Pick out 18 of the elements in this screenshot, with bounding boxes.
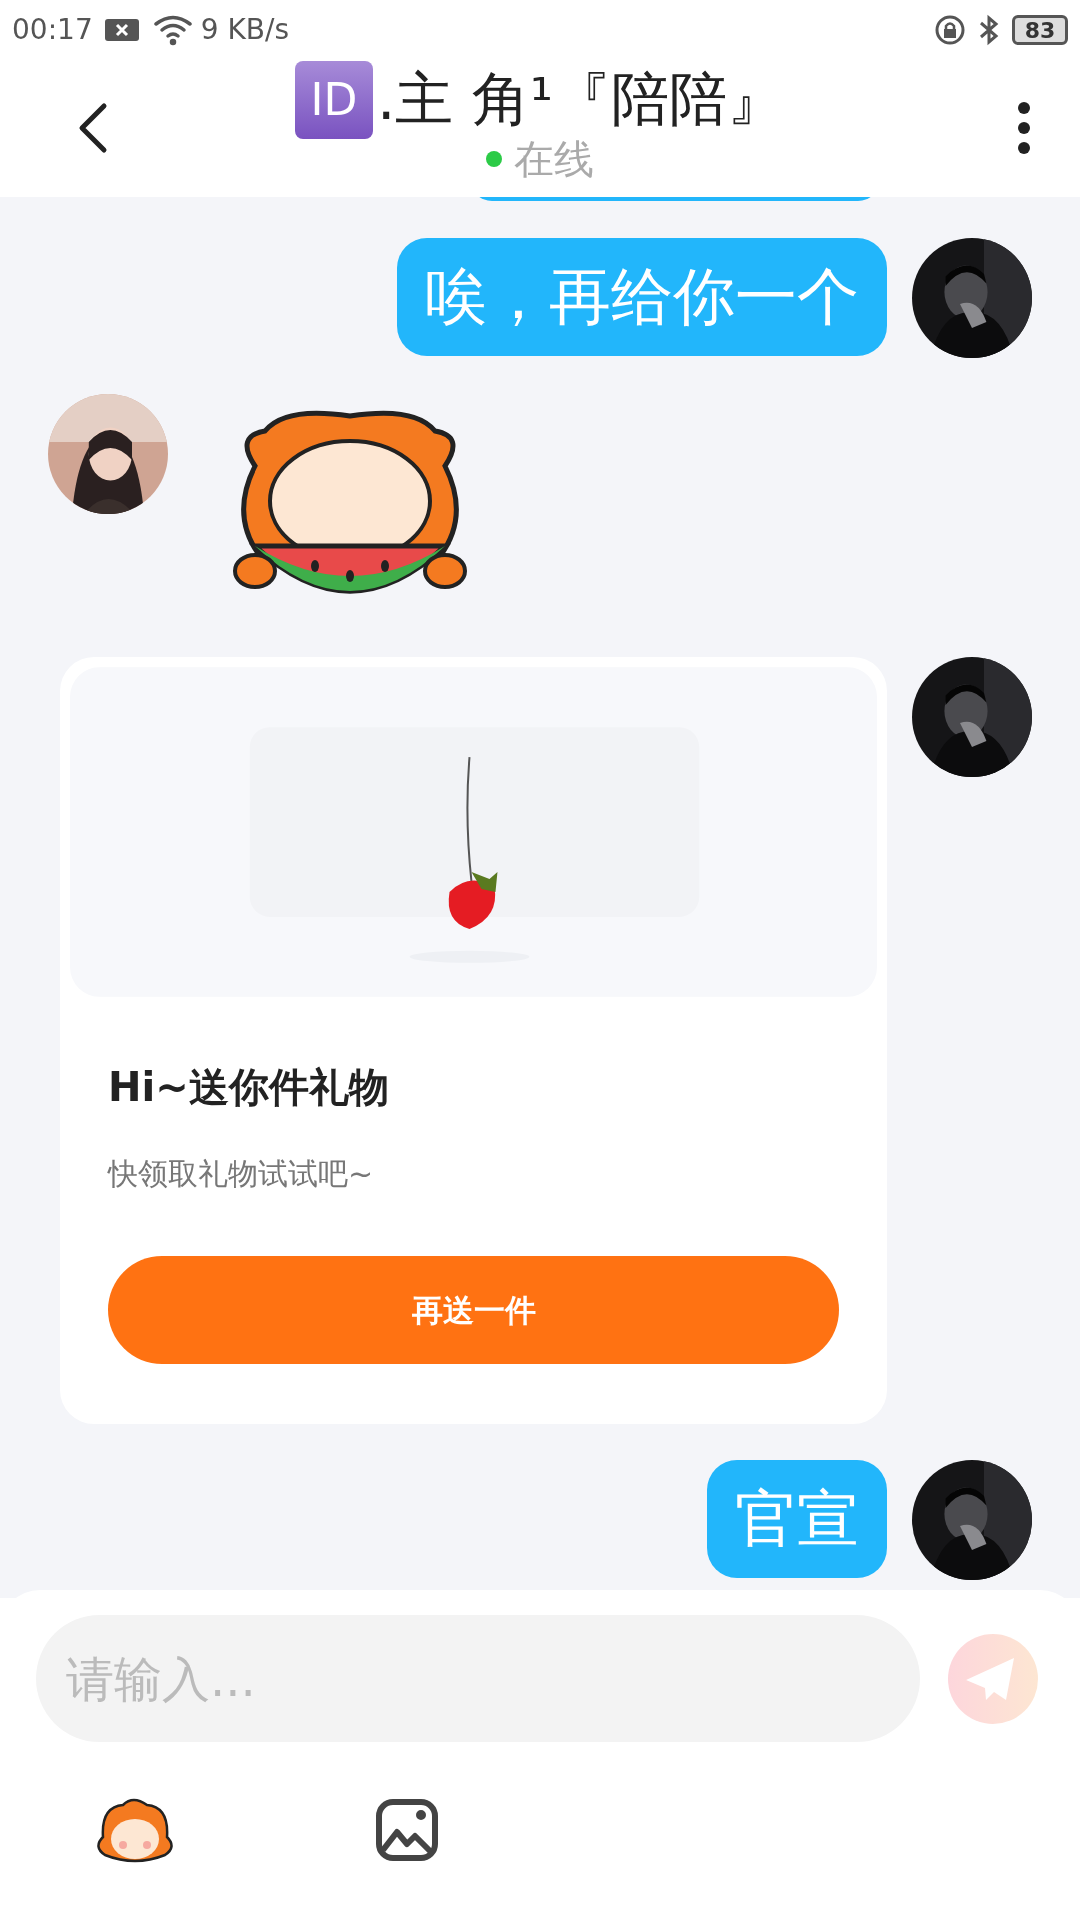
wifi-icon <box>152 14 193 46</box>
presence-status: 在线 <box>514 139 594 179</box>
clock: 00:17 <box>12 12 93 48</box>
sim-error-icon <box>104 17 141 43</box>
more-options-icon[interactable] <box>1016 100 1032 156</box>
send-again-button[interactable]: 再送一件 <box>108 1256 839 1364</box>
bluetooth-icon <box>978 14 1000 46</box>
network-speed: 9 KB/s <box>200 12 289 48</box>
id-badge: ID <box>294 60 373 139</box>
message-bubble: 唉，再给你一个 <box>397 238 887 356</box>
message-bubble: 官宣 <box>707 1460 887 1578</box>
image-icon[interactable] <box>375 1798 439 1862</box>
message-input[interactable]: 请输入... <box>36 1615 920 1742</box>
gift-title: Hi~送你件礼物 <box>108 1063 390 1112</box>
chat-title: .主 角¹『陪陪』 <box>376 64 786 135</box>
battery-indicator: 83 <box>1012 15 1068 45</box>
rotation-lock-icon <box>934 14 966 46</box>
gift-subtitle: 快领取礼物试试吧~ <box>108 1155 375 1193</box>
